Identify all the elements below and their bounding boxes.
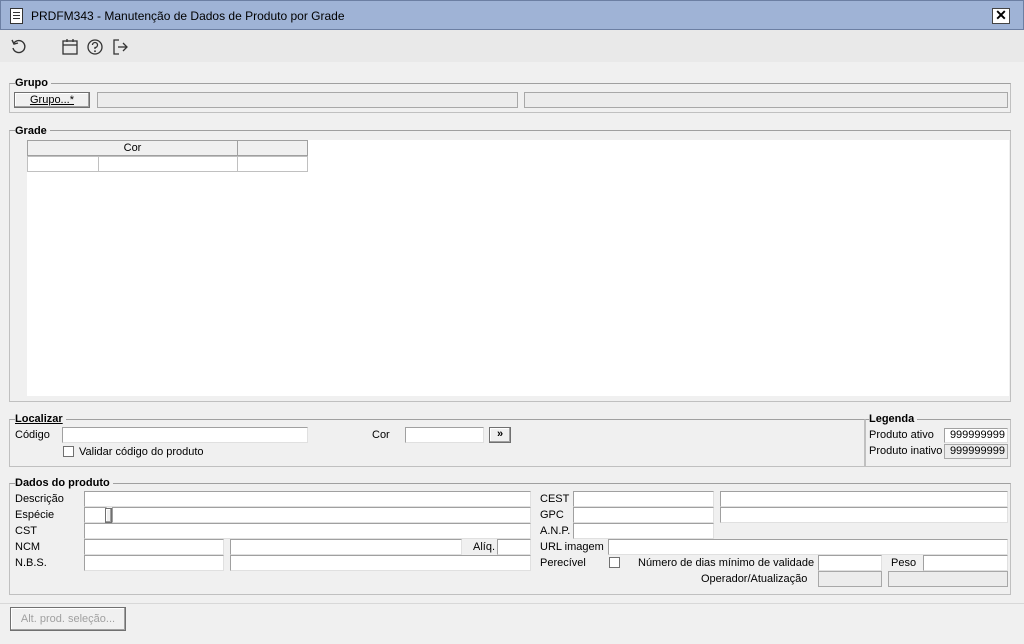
nbs-description-input[interactable] — [230, 555, 531, 571]
cst-input[interactable] — [84, 523, 531, 539]
produto-inativo-swatch: 999999999 — [944, 444, 1008, 459]
validar-label: Validar código do produto — [79, 446, 204, 458]
produto-ativo-label: Produto ativo — [869, 429, 934, 441]
ncm-input[interactable] — [84, 539, 224, 555]
cst-label: CST — [15, 525, 37, 537]
dias-validade-label: Número de dias mínimo de validade — [638, 557, 815, 569]
help-icon[interactable] — [86, 38, 104, 56]
url-imagem-input[interactable] — [608, 539, 1008, 555]
gpc-input[interactable] — [573, 507, 714, 523]
perecivel-label: Perecível — [540, 557, 586, 569]
legenda-group — [865, 419, 1011, 467]
produto-inativo-label: Produto inativo — [869, 445, 943, 457]
ncm-description-input[interactable] — [230, 539, 462, 555]
grade-legend: Grade — [15, 125, 50, 137]
dias-validade-input[interactable] — [818, 555, 882, 571]
cor-label: Cor — [372, 429, 390, 441]
localizar-legend: Localizar — [15, 413, 66, 425]
operador-label: Operador/Atualização — [701, 573, 808, 585]
grupo-description-field — [524, 92, 1008, 108]
close-button[interactable]: ✕ — [992, 8, 1010, 24]
grupo-code-field — [97, 92, 518, 108]
calendar-icon[interactable] — [61, 38, 79, 56]
exit-icon[interactable] — [111, 38, 129, 56]
anp-label: A.N.P. — [540, 525, 571, 537]
grupo-legend: Grupo — [15, 77, 51, 89]
grade-grid[interactable] — [27, 140, 1009, 396]
codigo-input[interactable] — [62, 427, 308, 443]
especie-description-input[interactable] — [112, 507, 531, 523]
gpc-label: GPC — [540, 509, 564, 521]
descricao-label: Descrição — [15, 493, 64, 505]
descricao-input[interactable] — [84, 491, 531, 507]
document-icon — [10, 8, 23, 24]
peso-input[interactable] — [923, 555, 1008, 571]
grid-cell[interactable] — [98, 156, 238, 172]
grid-header-cor[interactable]: Cor — [27, 140, 238, 156]
produto-ativo-swatch: 999999999 — [944, 428, 1008, 443]
grid-cell[interactable] — [27, 156, 99, 172]
grupo-button[interactable]: Grupo...* — [14, 92, 90, 108]
undo-icon[interactable] — [10, 38, 28, 56]
aliq-input[interactable] — [497, 539, 531, 555]
toolbar — [0, 30, 1024, 62]
legenda-legend: Legenda — [869, 413, 918, 425]
aliq-label: Alíq. — [473, 541, 496, 553]
cest-label: CEST — [540, 493, 570, 505]
alt-prod-selecao-button[interactable]: Alt. prod. seleção... — [10, 607, 126, 631]
atualizacao-field — [888, 571, 1008, 587]
perecivel-checkbox[interactable] — [609, 557, 620, 568]
especie-lookup-button[interactable] — [105, 508, 112, 523]
peso-label: Peso — [891, 557, 917, 569]
cor-input[interactable] — [405, 427, 484, 443]
find-next-button[interactable]: » — [489, 427, 511, 443]
operador-field — [818, 571, 882, 587]
window-title: PRDFM343 - Manutenção de Dados de Produt… — [31, 9, 345, 23]
url-imagem-label: URL imagem — [540, 541, 604, 553]
cest-input[interactable] — [573, 491, 714, 507]
validar-checkbox[interactable] — [63, 446, 74, 457]
dados-legend: Dados do produto — [15, 477, 113, 489]
especie-code-input[interactable] — [84, 507, 107, 523]
footer-divider — [0, 603, 1024, 604]
anp-input[interactable] — [573, 523, 714, 539]
ncm-label: NCM — [15, 541, 41, 553]
grid-header-empty[interactable] — [237, 140, 308, 156]
codigo-label: Código — [15, 429, 50, 441]
grid-cell[interactable] — [237, 156, 308, 172]
cest-description-input[interactable] — [720, 491, 1008, 507]
nbs-label: N.B.S. — [15, 557, 47, 569]
especie-label: Espécie — [15, 509, 55, 521]
nbs-input[interactable] — [84, 555, 224, 571]
gpc-description-input[interactable] — [720, 507, 1008, 523]
